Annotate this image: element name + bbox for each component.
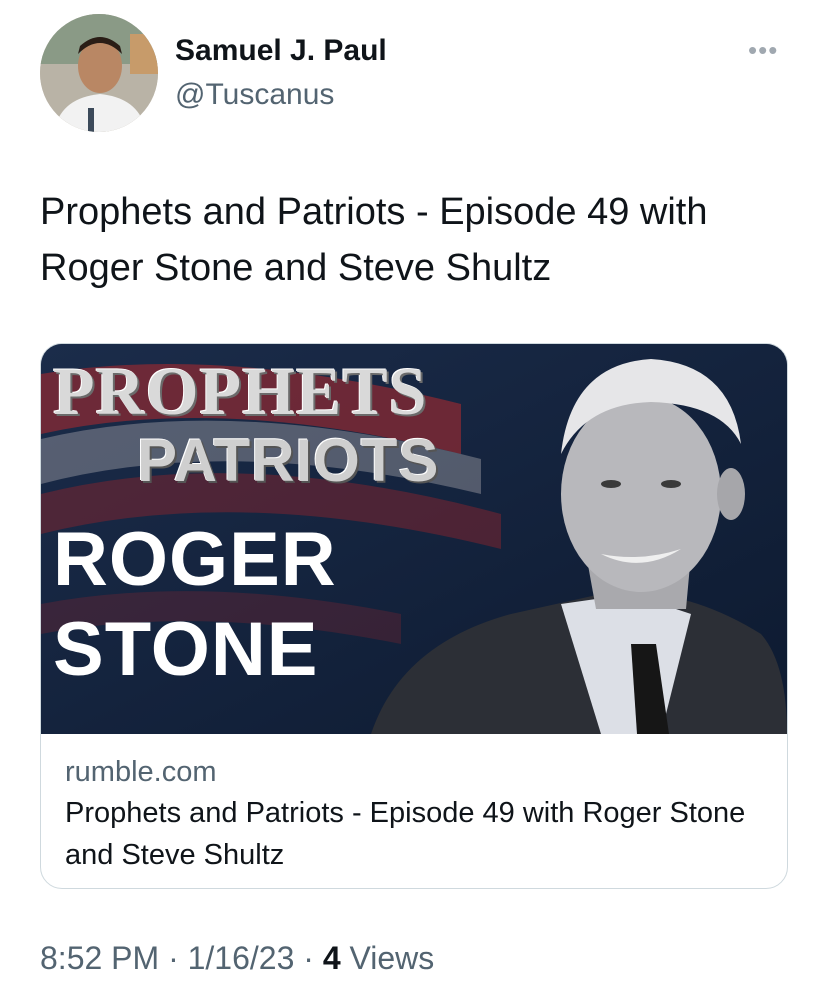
meta-separator: · — [159, 940, 188, 976]
views-count: 4 — [322, 940, 341, 976]
card-domain: rumble.com — [65, 756, 217, 788]
more-horizontal-icon[interactable]: ••• — [748, 35, 778, 66]
link-preview-card[interactable]: PROPHETS PATRIOTS ROGER STONE rumble.com… — [40, 343, 788, 889]
tweet-text: Prophets and Patriots - Episode 49 with … — [40, 191, 708, 289]
meta-separator: · — [294, 940, 323, 976]
author-handle[interactable]: @Tuscanus — [175, 78, 334, 112]
author-name[interactable]: Samuel J. Paul — [175, 34, 387, 68]
card-thumbnail-image: PROPHETS PATRIOTS ROGER STONE — [41, 344, 787, 734]
card-image-title-patriots: PATRIOTS — [137, 427, 440, 494]
card-description: Prophets and Patriots - Episode 49 with … — [65, 797, 746, 871]
tweet-meta: 8:52 PM · 1/16/23 · 4 Views — [40, 940, 434, 977]
tweet-date[interactable]: 1/16/23 — [188, 940, 295, 976]
card-image-name-stone: STONE — [53, 607, 319, 692]
card-meta: rumble.com Prophets and Patriots - Episo… — [65, 754, 765, 876]
views-label: Views — [340, 940, 435, 976]
card-image-name-roger: ROGER — [53, 517, 337, 602]
card-image-title-prophets: PROPHETS — [53, 353, 428, 429]
author-avatar[interactable] — [40, 14, 158, 132]
tweet-time[interactable]: 8:52 PM — [40, 940, 159, 976]
